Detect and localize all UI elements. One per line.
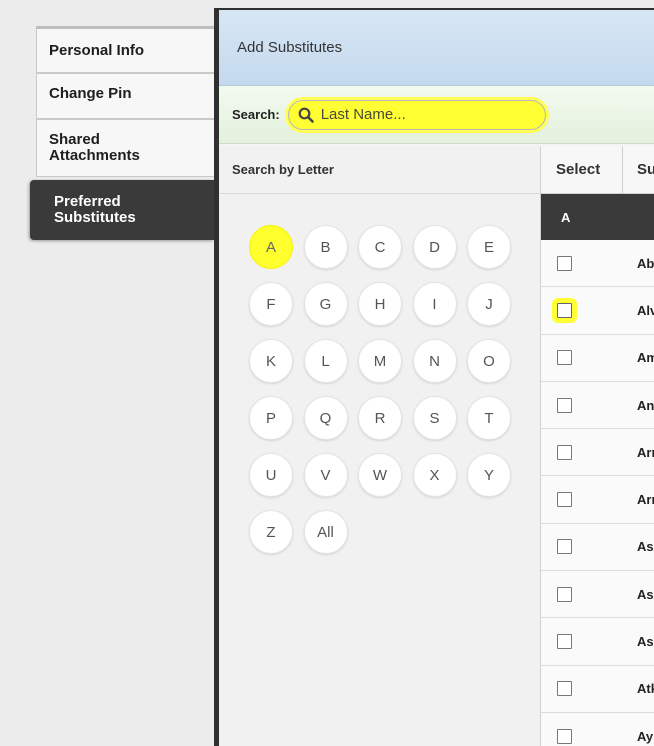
select-cell	[541, 350, 623, 366]
substitute-name: Asp	[637, 634, 654, 650]
letter-button-l[interactable]: L	[303, 339, 348, 383]
select-checkbox[interactable]	[557, 634, 572, 650]
tab-shared-attachments[interactable]: Shared Attachments	[36, 119, 214, 177]
table-rows: Abı Alv Am Anı Arr Arr Asl Asl Asp Atk Ayı	[541, 240, 654, 746]
select-checkbox[interactable]	[557, 397, 572, 413]
select-checkbox[interactable]	[557, 681, 572, 697]
letter-button-r[interactable]: R	[358, 396, 402, 440]
letter-button-v[interactable]: V	[303, 453, 348, 497]
table-row[interactable]: Abı	[541, 240, 654, 288]
substitute-name: Abı	[637, 255, 654, 271]
search-icon	[298, 107, 314, 123]
letter-button-k[interactable]: K	[249, 339, 293, 383]
letter-button-n[interactable]: N	[412, 339, 457, 383]
substitute-name: Arr	[637, 492, 654, 508]
add-substitutes-panel: Add Substitutes Search: Search by Letter…	[214, 8, 654, 746]
letter-button-u[interactable]: U	[249, 453, 293, 497]
select-checkbox[interactable]	[557, 492, 572, 508]
letter-button-h[interactable]: H	[358, 282, 402, 326]
letter-button-i[interactable]: I	[412, 282, 457, 326]
select-cell	[541, 586, 623, 602]
select-cell	[541, 492, 623, 508]
letter-button-x[interactable]: X	[412, 453, 457, 497]
table-row[interactable]: Alv	[541, 287, 654, 335]
select-cell	[541, 444, 623, 460]
search-bar: Search:	[219, 86, 654, 144]
table-row[interactable]: Ayı	[541, 712, 654, 746]
search-box[interactable]	[287, 99, 546, 130]
substitute-column-header[interactable]: Su	[623, 146, 654, 193]
profile-side-menu: Personal Info Change Pin Shared Attachme…	[0, 0, 214, 746]
table-row[interactable]: Asl	[541, 571, 654, 619]
select-cell	[541, 681, 623, 697]
tab-personal-info[interactable]: Personal Info	[36, 26, 214, 73]
substitute-name: Am	[637, 350, 654, 366]
select-checkbox[interactable]	[557, 586, 572, 602]
letter-button-q[interactable]: Q	[303, 396, 348, 440]
tab-personal-info-label: Personal Info	[49, 41, 145, 59]
letter-button-d[interactable]: D	[412, 225, 457, 269]
select-checkbox[interactable]	[557, 255, 572, 271]
tab-preferred-substitutes[interactable]: Preferred Substitutes	[30, 180, 214, 240]
letter-button-c[interactable]: C	[358, 225, 402, 269]
select-checkbox[interactable]	[557, 444, 572, 460]
select-cell	[541, 255, 623, 271]
substitute-name: Atk	[637, 681, 654, 697]
panel-header: Add Substitutes	[219, 10, 654, 86]
letter-button-w[interactable]: W	[358, 453, 402, 497]
search-by-letter-header: Search by Letter	[219, 146, 540, 194]
tab-change-pin[interactable]: Change Pin	[36, 73, 214, 119]
letter-button-j[interactable]: J	[467, 282, 511, 326]
letter-button-a[interactable]: A	[249, 225, 293, 269]
letter-button-b[interactable]: B	[303, 225, 348, 269]
table-header-row: Select Su	[541, 146, 654, 194]
search-by-letter-column: Search by Letter ABCDE FGHIJ KLMNO PQRST UVW…	[219, 146, 540, 746]
letter-button-all[interactable]: All	[303, 510, 348, 554]
table-row[interactable]: Asl	[541, 523, 654, 572]
substitute-name: Ayı	[637, 728, 654, 744]
substitute-name: Anı	[637, 397, 654, 413]
tab-shared-attachments-label: Shared Attachments	[49, 131, 140, 164]
letter-button-m[interactable]: M	[358, 339, 402, 383]
table-row[interactable]: Asp	[541, 618, 654, 666]
letter-button-p[interactable]: P	[249, 396, 293, 440]
letter-button-y[interactable]: Y	[467, 453, 511, 497]
table-row[interactable]: Arr	[541, 476, 654, 524]
select-column-header[interactable]: Select	[541, 146, 623, 193]
select-checkbox[interactable]	[552, 297, 577, 323]
select-cell	[541, 539, 623, 555]
select-checkbox[interactable]	[557, 539, 572, 555]
tab-change-pin-label: Change Pin	[49, 85, 132, 102]
letter-button-e[interactable]: E	[467, 225, 511, 269]
letter-button-s[interactable]: S	[412, 396, 457, 440]
select-cell	[541, 728, 623, 744]
select-cell	[541, 634, 623, 650]
table-row[interactable]: Arr	[541, 429, 654, 477]
select-cell	[541, 397, 623, 413]
select-checkbox[interactable]	[557, 350, 572, 366]
table-row[interactable]: Atk	[541, 665, 654, 713]
substitute-name: Arr	[637, 444, 654, 460]
search-label: Search:	[232, 107, 280, 122]
tab-preferred-substitutes-label: Preferred Substitutes	[54, 193, 136, 226]
table-row[interactable]: Am	[541, 334, 654, 382]
substitute-name: Asl	[637, 586, 654, 602]
letter-button-t[interactable]: T	[467, 396, 511, 440]
table-row[interactable]: Anı	[541, 381, 654, 430]
letter-button-o[interactable]: O	[467, 339, 511, 383]
substitute-name: Alv	[637, 302, 654, 318]
substitute-name: Asl	[637, 539, 654, 555]
letter-button-z[interactable]: Z	[249, 510, 293, 554]
substitutes-table: Select Su A Abı Alv Am Anı Arr Arr Asl Asl Asp At…	[540, 146, 654, 746]
select-cell	[541, 297, 623, 323]
panel-title: Add Substitutes	[237, 39, 343, 56]
select-checkbox[interactable]	[557, 728, 572, 744]
letter-button-g[interactable]: G	[303, 282, 348, 326]
last-name-search-input[interactable]	[320, 106, 531, 123]
letter-button-f[interactable]: F	[249, 282, 293, 326]
letter-group-header: A	[541, 194, 654, 240]
